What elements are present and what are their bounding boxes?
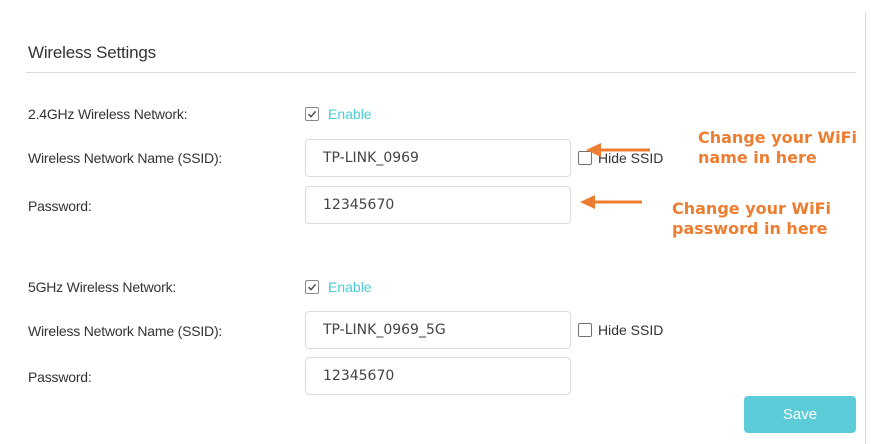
band-5-enable-checkbox[interactable]: Enable (305, 279, 372, 295)
title-divider (26, 72, 856, 73)
band-24-ssid-input[interactable] (305, 139, 571, 177)
band-5-enable-label: Enable (328, 279, 372, 295)
ssid-callout-arrow-icon (586, 143, 650, 157)
band-5-ssid-input[interactable] (305, 311, 571, 349)
band-24-enable-checkbox[interactable]: Enable (305, 106, 372, 122)
band-5-password-input[interactable] (305, 357, 571, 395)
checkbox-checked-icon[interactable] (305, 280, 319, 294)
password-callout-line2: password in here (672, 219, 828, 238)
save-button[interactable]: Save (744, 396, 856, 433)
band-24-password-input[interactable] (305, 186, 571, 224)
band-5-hide-ssid-label: Hide SSID (598, 322, 664, 338)
band-5-ssid-label: Wireless Network Name (SSID): (28, 323, 223, 339)
band-5-hide-ssid-checkbox[interactable]: Hide SSID (578, 322, 663, 338)
band-5-password-label: Password: (28, 369, 92, 385)
band-24-enable-label: Enable (328, 106, 372, 122)
checkbox-checked-icon[interactable] (305, 107, 319, 121)
band-24-password-label: Password: (28, 198, 92, 214)
section-title: Wireless Settings (28, 43, 156, 62)
right-panel-border (865, 12, 866, 444)
password-callout-arrow-icon (580, 195, 642, 209)
band-5-network-label: 5GHz Wireless Network: (28, 279, 177, 295)
checkbox-unchecked-icon[interactable] (578, 323, 592, 337)
band-24-network-label: 2.4GHz Wireless Network: (28, 106, 188, 122)
password-callout-line1: Change your WiFi (672, 199, 832, 218)
ssid-callout-line1: Change your WiFi (698, 128, 858, 147)
band-24-ssid-label: Wireless Network Name (SSID): (28, 150, 223, 166)
ssid-callout-line2: name in here (698, 148, 817, 167)
